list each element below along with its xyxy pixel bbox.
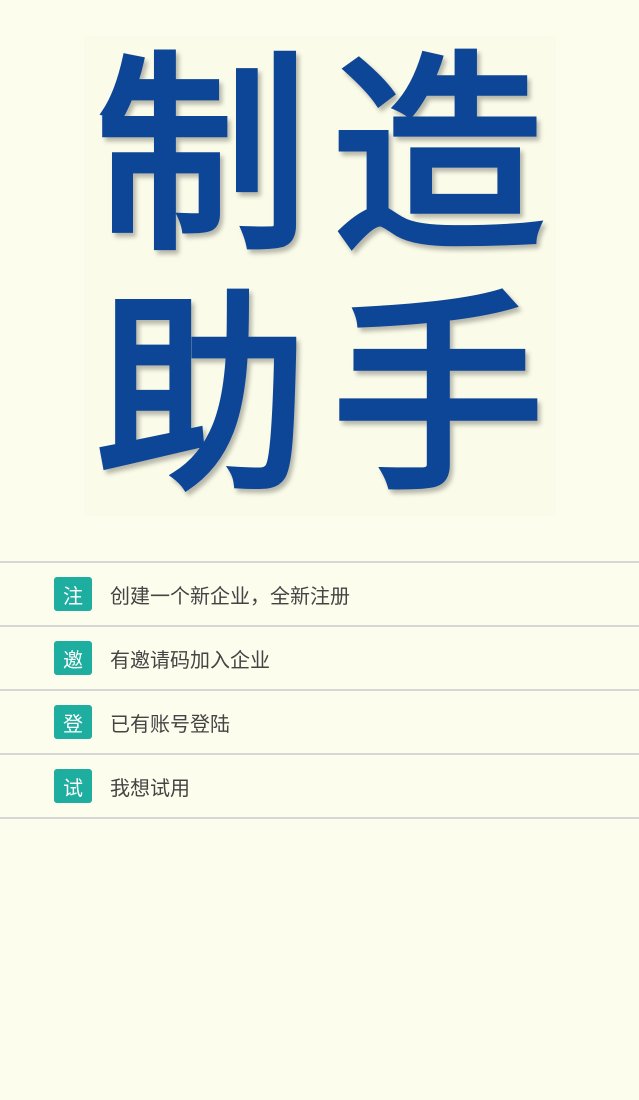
logo-char-1: 制 (96, 31, 308, 280)
logo-char-3: 助 (96, 271, 308, 520)
logo-char-2: 造 (332, 31, 544, 280)
menu-item-label: 已有账号登陆 (110, 711, 230, 736)
trial-badge-icon: 试 (54, 769, 92, 803)
menu-item-label: 创建一个新企业，全新注册 (110, 583, 350, 608)
menu-item-register[interactable]: 注 创建一个新企业，全新注册 (0, 563, 639, 627)
menu-item-label: 我想试用 (110, 775, 190, 800)
register-badge-icon: 注 (54, 577, 92, 611)
menu-item-label: 有邀请码加入企业 (110, 647, 270, 672)
entry-menu: 注 创建一个新企业，全新注册 邀 有邀请码加入企业 登 已有账号登陆 试 我想试… (0, 561, 639, 819)
app-logo: 制 造 助 手 (84, 36, 556, 516)
login-badge-icon: 登 (54, 705, 92, 739)
invite-badge-icon: 邀 (54, 641, 92, 675)
logo-text-grid: 制 造 助 手 (84, 36, 556, 516)
menu-item-invite-join[interactable]: 邀 有邀请码加入企业 (0, 627, 639, 691)
logo-char-4: 手 (332, 271, 544, 520)
menu-item-trial[interactable]: 试 我想试用 (0, 755, 639, 819)
menu-item-login[interactable]: 登 已有账号登陆 (0, 691, 639, 755)
